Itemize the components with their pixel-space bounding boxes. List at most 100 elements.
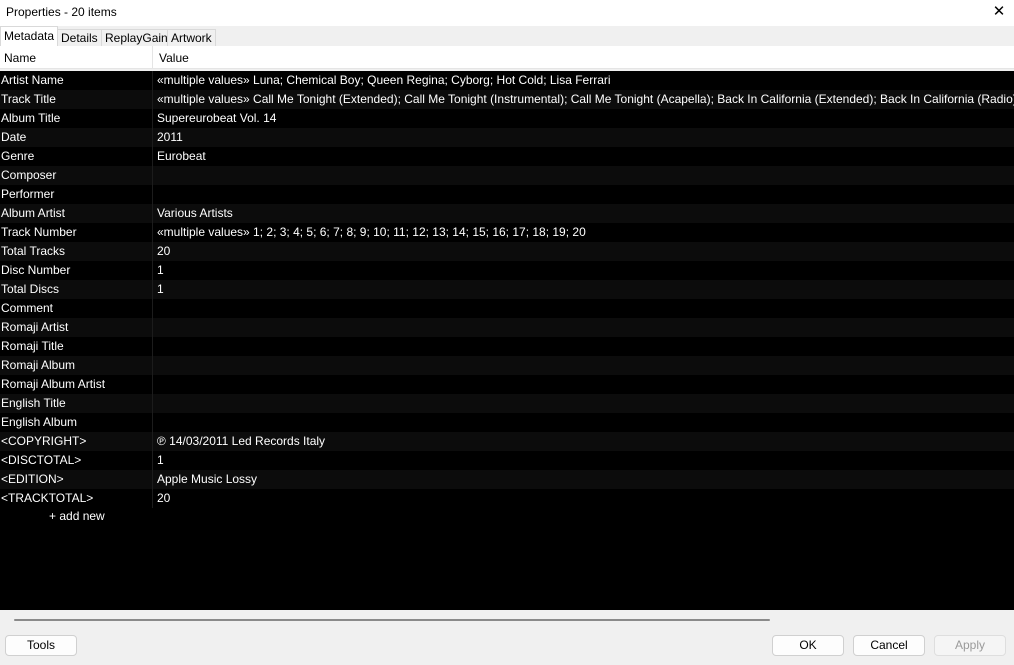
tab-artwork[interactable]: Artwork (167, 29, 216, 46)
column-header-name[interactable]: Name (4, 51, 36, 65)
row-divider (152, 299, 153, 318)
row-divider (152, 90, 153, 109)
row-value[interactable]: ℗ 14/03/2011 Led Records Italy (157, 432, 1014, 451)
table-row[interactable]: <COPYRIGHT> ℗ 14/03/2011 Led Records Ital… (0, 432, 1014, 451)
table-row[interactable]: <EDITION> Apple Music Lossy (0, 470, 1014, 489)
table-row[interactable]: Genre Eurobeat (0, 147, 1014, 166)
row-value[interactable]: 20 (157, 489, 1014, 508)
row-divider (152, 128, 153, 147)
row-divider (152, 470, 153, 489)
title-bar: Properties - 20 items ✕ (0, 0, 1014, 26)
add-new-button[interactable]: + add new (49, 509, 105, 523)
tab-details[interactable]: Details (57, 29, 102, 46)
row-name: Romaji Album Artist (1, 377, 106, 391)
apply-button[interactable]: Apply (934, 635, 1006, 656)
row-name: Romaji Title (1, 339, 64, 353)
table-row[interactable]: Romaji Title (0, 337, 1014, 356)
row-value[interactable]: 20 (157, 242, 1014, 261)
row-divider (152, 489, 153, 508)
row-divider (152, 261, 153, 280)
table-row[interactable]: Date 2011 (0, 128, 1014, 147)
row-name: Comment (1, 301, 54, 315)
row-value[interactable]: 2011 (157, 128, 1014, 147)
table-row[interactable]: Album Artist Various Artists (0, 204, 1014, 223)
ok-button[interactable]: OK (772, 635, 844, 656)
row-value[interactable]: Various Artists (157, 204, 1014, 223)
row-divider (152, 337, 153, 356)
row-name: Romaji Artist (1, 320, 69, 334)
table-row[interactable]: English Title (0, 394, 1014, 413)
table-row[interactable]: Romaji Album Artist (0, 375, 1014, 394)
row-value[interactable]: «multiple values» Call Me Tonight (Exten… (157, 90, 1014, 109)
row-divider (152, 242, 153, 261)
row-divider (152, 223, 153, 242)
row-divider (152, 432, 153, 451)
table-row[interactable]: Artist Name «multiple values» Luna; Chemi… (0, 71, 1014, 90)
table-row[interactable]: Disc Number 1 (0, 261, 1014, 280)
row-divider (152, 318, 153, 337)
tab-metadata[interactable]: Metadata (0, 26, 59, 46)
table-row[interactable]: Romaji Album (0, 356, 1014, 375)
row-name: Composer (1, 168, 57, 182)
table-row[interactable]: <DISCTOTAL> 1 (0, 451, 1014, 470)
row-value[interactable]: «multiple values» 1; 2; 3; 4; 5; 6; 7; 8… (157, 223, 1014, 242)
row-divider (152, 109, 153, 128)
close-icon[interactable]: ✕ (988, 1, 1010, 23)
table-row[interactable]: Composer (0, 166, 1014, 185)
table-row[interactable]: Track Title «multiple values» Call Me Ton… (0, 90, 1014, 109)
row-value[interactable]: Eurobeat (157, 147, 1014, 166)
row-name: English Album (1, 415, 78, 429)
row-value[interactable]: 1 (157, 261, 1014, 280)
row-name: Date (1, 130, 27, 144)
table-row[interactable]: Performer (0, 185, 1014, 204)
row-divider (152, 451, 153, 470)
row-divider (152, 413, 153, 432)
cancel-button[interactable]: Cancel (853, 635, 925, 656)
row-name: Performer (1, 187, 55, 201)
table-row[interactable]: <TRACKTOTAL> 20 (0, 489, 1014, 508)
table-row[interactable]: Track Number «multiple values» 1; 2; 3; 4… (0, 223, 1014, 242)
tab-replaygain[interactable]: ReplayGain (101, 29, 172, 46)
row-divider (152, 394, 153, 413)
table-row[interactable]: Comment (0, 299, 1014, 318)
row-divider (152, 185, 153, 204)
row-name: Genre (1, 149, 35, 163)
horizontal-scrollbar[interactable] (14, 619, 770, 621)
metadata-grid[interactable]: Artist Name «multiple values» Luna; Chemi… (0, 71, 1014, 610)
row-name: <EDITION> (1, 472, 64, 486)
table-row[interactable]: Total Tracks 20 (0, 242, 1014, 261)
row-name: Total Discs (1, 282, 60, 296)
tools-button[interactable]: Tools (5, 635, 77, 656)
row-name: Artist Name (1, 73, 64, 87)
row-name: English Title (1, 396, 66, 410)
row-divider (152, 71, 153, 90)
row-value[interactable]: 1 (157, 451, 1014, 470)
row-name: <TRACKTOTAL> (1, 491, 94, 505)
column-divider[interactable] (152, 46, 153, 68)
row-value[interactable]: «multiple values» Luna; Chemical Boy; Qu… (157, 71, 1014, 90)
row-value[interactable]: 1 (157, 280, 1014, 299)
row-name: Album Artist (1, 206, 66, 220)
row-value[interactable]: Apple Music Lossy (157, 470, 1014, 489)
table-row[interactable]: Romaji Artist (0, 318, 1014, 337)
row-name: <COPYRIGHT> (1, 434, 87, 448)
column-header-row: Name Value (0, 46, 1014, 69)
row-name: Romaji Album (1, 358, 76, 372)
metadata-rows: Artist Name «multiple values» Luna; Chemi… (0, 71, 1014, 508)
row-name: Total Tracks (1, 244, 66, 258)
row-name: Album Title (1, 111, 61, 125)
table-row[interactable]: English Album (0, 413, 1014, 432)
row-divider (152, 356, 153, 375)
row-divider (152, 166, 153, 185)
column-header-value[interactable]: Value (159, 51, 189, 65)
row-name: <DISCTOTAL> (1, 453, 82, 467)
row-name: Disc Number (1, 263, 71, 277)
row-divider (152, 204, 153, 223)
row-divider (152, 375, 153, 394)
row-divider (152, 280, 153, 299)
table-row[interactable]: Album Title Supereurobeat Vol. 14 (0, 109, 1014, 128)
table-row[interactable]: Total Discs 1 (0, 280, 1014, 299)
row-value[interactable]: Supereurobeat Vol. 14 (157, 109, 1014, 128)
row-name: Track Title (1, 92, 56, 106)
row-divider (152, 147, 153, 166)
